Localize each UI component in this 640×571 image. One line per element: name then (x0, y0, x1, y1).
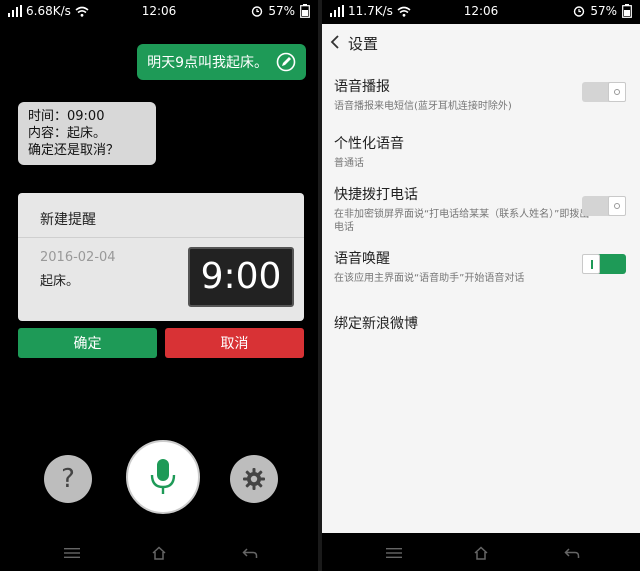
setting-title: 绑定新浪微博 (334, 316, 418, 332)
user-message-bubble: 明天9点叫我起床。 (137, 44, 306, 80)
divider (18, 237, 304, 238)
navigation-bar (0, 533, 318, 571)
confirm-button[interactable]: 确定 (18, 328, 157, 358)
setting-subtitle: 普通话 (334, 158, 364, 169)
reminder-card: 新建提醒 2016-02-04 起床。 9:00 (18, 193, 304, 321)
setting-title: 个性化语音 (334, 136, 404, 152)
setting-bind-weibo[interactable]: 绑定新浪微博 (334, 313, 630, 333)
battery-icon (622, 4, 632, 18)
battery-percent: 57% (590, 4, 617, 18)
status-bar: 11.7K/s 12:06 57% (322, 0, 640, 24)
battery-icon (300, 4, 310, 18)
setting-voice-wakeup[interactable]: 语音唤醒 在该应用主界面说“语音助手”开始语音对话 (334, 248, 630, 285)
page-title: 设置 (348, 35, 379, 53)
cancel-button[interactable]: 取消 (165, 328, 304, 358)
status-bar: 6.68K/s 12:06 57% (0, 0, 318, 24)
alarm-icon (252, 6, 263, 17)
assistant-confirm-line: 确定还是取消？ (28, 143, 120, 158)
menu-icon[interactable] (382, 543, 406, 563)
screenshot: 6.68K/s 12:06 57% 明天9点叫我起床。 时间：09:00 内容：… (0, 0, 640, 571)
app-bar: 设置 (322, 24, 640, 62)
setting-subtitle: 在非加密锁屏界面说“打电话给某某（联系人姓名）”即拨出电话 (334, 209, 590, 233)
chevron-left-icon[interactable] (330, 34, 340, 50)
reminder-time-display: 9:00 (188, 247, 294, 307)
microphone-button[interactable] (126, 440, 200, 514)
navigation-bar (322, 533, 640, 571)
gear-icon (243, 468, 265, 490)
microphone-icon (150, 459, 176, 494)
menu-icon[interactable] (60, 543, 84, 563)
reminder-card-title: 新建提醒 (40, 212, 96, 228)
setting-voice-broadcast[interactable]: 语音播报 语音播报来电短信(蓝牙耳机连接时除外) (334, 76, 630, 113)
quick-call-toggle[interactable] (582, 196, 626, 216)
voice-broadcast-toggle[interactable] (582, 82, 626, 102)
battery-percent: 57% (268, 4, 295, 18)
user-message-text: 明天9点叫我起床。 (147, 55, 268, 71)
back-icon[interactable] (238, 543, 262, 563)
back-icon[interactable] (560, 543, 584, 563)
help-button[interactable]: ? (44, 455, 92, 503)
edit-icon[interactable] (276, 52, 296, 72)
help-icon: ? (61, 464, 75, 494)
voice-assistant-screen: 6.68K/s 12:06 57% 明天9点叫我起床。 时间：09:00 内容：… (0, 0, 318, 571)
assistant-content-line: 内容：起床。 (28, 126, 107, 141)
assistant-message-bubble: 时间：09:00 内容：起床。 确定还是取消？ (18, 102, 156, 165)
setting-personalized-voice[interactable]: 个性化语音 普通话 (334, 133, 630, 170)
voice-wakeup-toggle[interactable] (582, 254, 626, 274)
settings-button[interactable] (230, 455, 278, 503)
alarm-icon (574, 6, 585, 17)
setting-quick-call[interactable]: 快捷拨打电话 在非加密锁屏界面说“打电话给某某（联系人姓名）”即拨出电话 (334, 184, 630, 234)
toggle-knob (582, 254, 600, 274)
toggle-knob (608, 82, 626, 102)
home-icon[interactable] (147, 543, 171, 563)
reminder-date: 2016-02-04 (40, 250, 116, 265)
settings-screen: 11.7K/s 12:06 57% 设置 语音播报 语音播报来电短信(蓝牙耳机连… (322, 0, 640, 571)
assistant-time-line: 时间：09:00 (28, 109, 105, 124)
home-icon[interactable] (469, 543, 493, 563)
reminder-content: 起床。 (40, 274, 80, 289)
toggle-knob (608, 196, 626, 216)
